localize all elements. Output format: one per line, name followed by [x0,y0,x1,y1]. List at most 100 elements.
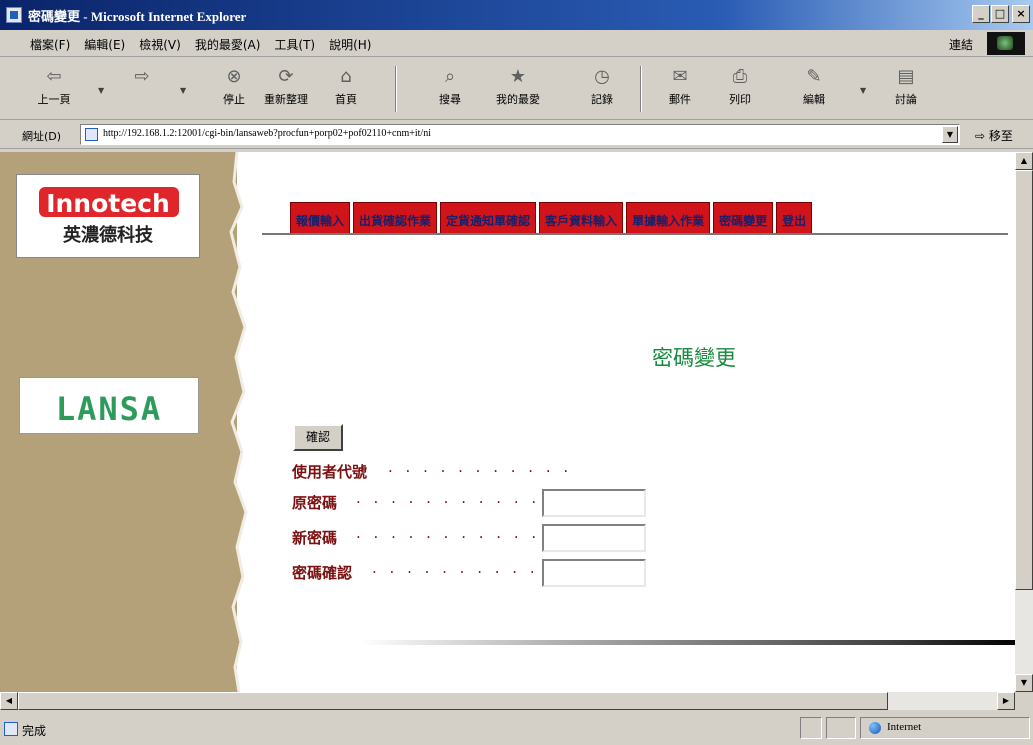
home-label: 首頁 [335,93,357,106]
address-url[interactable]: http://192.168.1.2:12001/cgi-bin/lansawe… [103,128,431,139]
links-button[interactable]: 連結 [949,36,973,53]
scroll-right-icon[interactable]: ▶ [997,692,1015,710]
tab-quote-entry[interactable]: 報價輸入 [290,202,351,234]
edit-button[interactable]: ✎ 編輯 [784,64,844,114]
page-icon [85,128,98,141]
search-label: 搜尋 [439,93,461,106]
ie-page-icon [6,7,22,23]
menu-edit[interactable]: 編輯(E) [84,36,125,53]
refresh-label: 重新整理 [264,93,308,106]
go-button[interactable]: ⇨ 移至 [975,127,1013,144]
confirm-button[interactable]: 確認 [293,424,343,451]
search-button[interactable]: ⌕ 搜尋 [420,64,480,114]
status-bar: 完成 Internet [0,712,1033,745]
edit-icon: ✎ [806,66,822,87]
old-password-row: 原密碼 . . . . . . . . . . . . . [292,489,652,517]
status-text: 完成 [22,724,47,738]
lansa-logo: LANSA [19,377,199,434]
discuss-icon: ▤ [897,66,915,87]
horizontal-scroll-thumb[interactable] [18,692,888,710]
new-password-row: 新密碼 . . . . . . . . . . . . . [292,524,652,552]
back-dropdown-icon[interactable]: ▼ [98,86,104,95]
edit-dropdown-icon[interactable]: ▼ [860,86,866,95]
resize-grip[interactable] [1015,692,1033,710]
close-button[interactable]: × [1012,5,1030,23]
menu-favorites[interactable]: 我的最愛(A) [195,36,261,53]
globe-icon [869,722,881,734]
home-button[interactable]: ⌂ 首頁 [316,64,376,114]
tab-order-notice-confirm[interactable]: 定貨通知單確認 [440,202,537,234]
window-title: 密碼變更 - Microsoft Internet Explorer [28,9,247,24]
web-content: Innotech 英濃德科技 LANSA 報價輸入 出貨確認作業 定貨通知單確認… [0,152,1015,692]
tab-underline [262,233,1008,235]
address-input[interactable]: http://192.168.1.2:12001/cgi-bin/lansawe… [80,124,960,145]
toolbar: ⇦ 上一頁 ▼ ⇨ ▼ ⊗ 停止 ⟳ 重新整理 ⌂ 首頁 ⌕ 搜尋 ★ 我的最愛 [0,58,1033,120]
page-status-icon [4,722,18,736]
mail-button[interactable]: ✉ 郵件 [650,64,710,114]
history-icon: ◷ [594,66,610,87]
status-pane [800,717,822,739]
bottom-divider [360,640,1015,645]
user-id-row: 使用者代號 . . . . . . . . . . . [292,458,652,482]
new-password-input[interactable] [542,524,646,552]
menu-file[interactable]: 檔案(F) [30,36,70,53]
print-icon: ⎙ [732,66,748,87]
mail-icon: ✉ [672,66,688,87]
menu-tools[interactable]: 工具(T) [274,36,315,53]
user-id-leader-dots: . . . . . . . . . . . [388,458,573,476]
old-password-input[interactable] [542,489,646,517]
new-password-label: 新密碼 [292,529,338,547]
lansa-logo-text: LANSA [55,390,163,428]
stop-label: 停止 [223,93,245,106]
go-label: 移至 [988,129,1013,143]
vertical-scrollbar[interactable]: ▲ ▼ [1015,152,1033,692]
maximize-button[interactable]: □ [991,5,1009,23]
scroll-left-icon[interactable]: ◀ [0,692,18,710]
toolbar-separator [395,66,397,112]
tab-logout[interactable]: 登出 [776,202,813,234]
old-password-label: 原密碼 [292,494,338,512]
history-button[interactable]: ◷ 記錄 [572,64,632,114]
horizontal-scrollbar[interactable]: ◀ ▶ [0,692,1015,710]
tab-shipment-confirm[interactable]: 出貨確認作業 [353,202,438,234]
forward-button[interactable]: ⇨ [112,64,172,114]
minimize-button[interactable]: _ [972,5,990,23]
menu-view[interactable]: 檢視(V) [139,36,181,53]
innotech-logo-name: Innotech [46,189,170,218]
print-button[interactable]: ⎙ 列印 [710,64,770,114]
favorites-label: 我的最愛 [496,93,540,106]
security-zone: Internet [860,717,1030,739]
tab-document-entry[interactable]: 單據輸入作業 [626,202,711,234]
edit-label: 編輯 [803,93,825,106]
refresh-button[interactable]: ⟳ 重新整理 [256,64,316,114]
forward-dropdown-icon[interactable]: ▼ [180,86,186,95]
scroll-down-icon[interactable]: ▼ [1015,674,1033,692]
favorites-icon: ★ [509,66,527,87]
nav-tabs: 報價輸入 出貨確認作業 定貨通知單確認 客戶資料輸入 單據輸入作業 密碼變更 登… [290,202,813,234]
go-arrow-icon: ⇨ [975,129,986,143]
discuss-button[interactable]: ▤ 討論 [876,64,936,114]
tab-password-change[interactable]: 密碼變更 [713,202,774,234]
address-dropdown-icon[interactable]: ▼ [942,126,958,143]
vertical-scroll-thumb[interactable] [1015,170,1033,590]
address-label: 網址(D) [22,130,62,143]
stop-button[interactable]: ⊗ 停止 [204,64,264,114]
favorites-button[interactable]: ★ 我的最愛 [488,64,548,114]
home-icon: ⌂ [340,66,352,87]
history-label: 記錄 [591,93,613,106]
confirm-password-input[interactable] [542,559,646,587]
menu-bar: 檔案(F) 編輯(E) 檢視(V) 我的最愛(A) 工具(T) 說明(H) 連結 [0,30,1033,57]
back-label: 上一頁 [37,93,71,106]
confirm-password-label: 密碼確認 [292,564,353,582]
windows-logo-icon [987,32,1025,55]
tab-customer-entry[interactable]: 客戶資料輸入 [539,202,624,234]
back-arrow-icon: ⇦ [46,66,62,87]
print-label: 列印 [729,93,751,106]
discuss-label: 討論 [895,93,917,106]
torn-paper-edge [220,152,248,692]
stop-icon: ⊗ [226,66,242,87]
title-bar: 密碼變更 - Microsoft Internet Explorer _ □ × [0,0,1033,30]
scroll-up-icon[interactable]: ▲ [1015,152,1033,170]
menu-help[interactable]: 說明(H) [329,36,371,53]
back-button[interactable]: ⇦ 上一頁 [24,64,84,114]
